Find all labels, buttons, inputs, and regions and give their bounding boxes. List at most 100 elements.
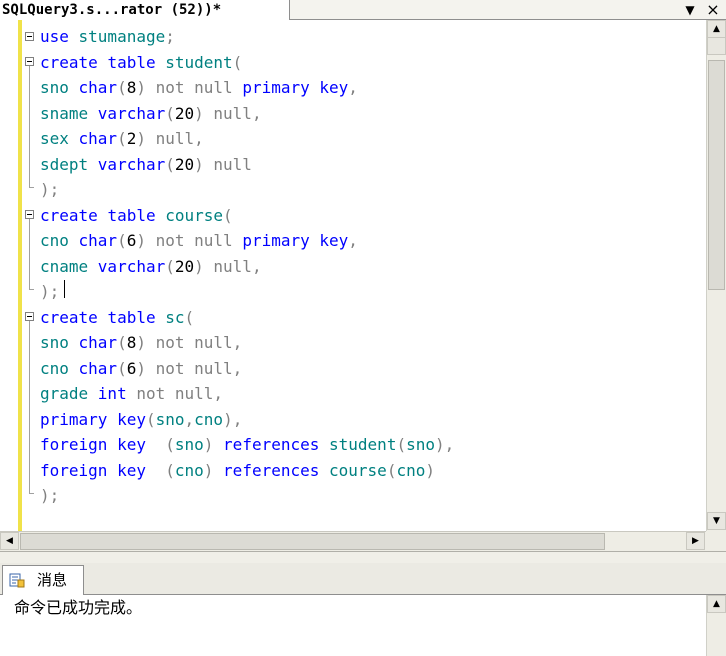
code-token: ( <box>117 231 127 250</box>
horizontal-scroll-thumb[interactable] <box>20 533 605 550</box>
code-token: ; <box>165 27 175 46</box>
code-token: ), <box>223 409 243 429</box>
split-handle[interactable] <box>707 37 726 55</box>
code-line[interactable]: primary key(sno,cno), <box>40 407 454 433</box>
code-line[interactable]: cno char(6) not null primary key, <box>40 228 454 254</box>
code-line[interactable]: create table student( <box>40 50 454 76</box>
code-line[interactable]: use stumanage; <box>40 24 454 50</box>
code-token: references <box>223 460 330 480</box>
code-token: foreign key <box>40 435 166 454</box>
collapse-block-icon[interactable] <box>25 312 34 321</box>
code-token: sno <box>406 435 435 454</box>
code-token: cno <box>174 460 204 480</box>
code-token: ( <box>165 435 175 454</box>
code-token: 20 <box>174 103 195 123</box>
code-line[interactable]: cname varchar(20) null, <box>40 254 454 280</box>
scroll-down-icon[interactable]: ▼ <box>707 512 726 530</box>
code-line[interactable]: ); <box>40 177 454 203</box>
tab-list-dropdown-icon[interactable]: ▼ <box>682 2 698 18</box>
code-token: sc <box>165 307 185 327</box>
results-splitter[interactable] <box>0 551 726 563</box>
query-editor[interactable]: use stumanage; create table student(sno c… <box>0 20 706 531</box>
code-token: varchar <box>97 103 166 123</box>
code-token: char <box>78 333 118 352</box>
code-line[interactable]: foreign key (sno) references student(sno… <box>40 432 454 458</box>
collapse-block-icon[interactable] <box>25 32 34 41</box>
editor-horizontal-scrollbar[interactable]: ◀ ▶ <box>0 531 706 551</box>
code-token: char <box>78 358 118 378</box>
collapse-block-icon[interactable] <box>25 57 34 66</box>
code-token: ); <box>40 486 60 505</box>
code-token: ( <box>117 333 127 352</box>
code-token: sdept <box>40 154 98 174</box>
scroll-left-icon[interactable]: ◀ <box>0 532 19 550</box>
sql-code[interactable]: use stumanage; create table student(sno c… <box>40 24 454 509</box>
code-token: sno <box>40 333 79 352</box>
code-token: varchar <box>97 256 166 276</box>
vertical-scroll-thumb[interactable] <box>708 60 725 290</box>
code-token: cno <box>194 409 224 429</box>
code-token: create <box>40 52 108 72</box>
code-token: , <box>348 78 358 97</box>
code-token: ) null, <box>136 129 204 148</box>
code-token: ) not null, <box>136 358 243 378</box>
code-token: foreign key <box>40 460 166 480</box>
code-token: ), <box>435 435 455 454</box>
code-token: ) not null <box>136 78 243 97</box>
code-line[interactable]: sdept varchar(20) null <box>40 152 454 178</box>
code-token: primary key <box>40 409 146 429</box>
editor-vertical-scrollbar[interactable]: ▲ ▼ <box>706 20 726 531</box>
collapse-block-icon[interactable] <box>25 210 34 219</box>
code-line[interactable]: ); <box>40 483 454 509</box>
code-line[interactable]: sno char(8) not null, <box>40 330 454 356</box>
messages-icon <box>9 573 25 588</box>
code-line[interactable]: sname varchar(20) null, <box>40 101 454 127</box>
code-token: course <box>165 205 224 225</box>
code-token: table <box>107 205 166 225</box>
code-line[interactable]: cno char(6) not null, <box>40 356 454 382</box>
code-line[interactable]: sex char(2) null, <box>40 126 454 152</box>
tab-messages-label: 消息 <box>37 571 68 589</box>
code-token: references <box>223 435 330 454</box>
code-token: 6 <box>126 231 137 250</box>
document-tab[interactable]: SQLQuery3.s...rator (52))* <box>0 0 290 20</box>
close-icon[interactable]: × <box>705 2 721 18</box>
messages-pane[interactable]: 命令已成功完成。 <box>0 595 706 656</box>
code-line[interactable]: create table course( <box>40 203 454 229</box>
outline-end-mark <box>29 493 34 494</box>
code-token: int <box>97 384 137 403</box>
code-token: 2 <box>126 129 137 148</box>
code-token: course <box>329 460 387 480</box>
code-line[interactable]: foreign key (cno) references course(cno) <box>40 458 454 484</box>
code-token: ( <box>165 256 175 276</box>
code-token: grade <box>40 384 98 403</box>
code-token: ( <box>145 409 156 429</box>
code-token: create <box>40 205 108 225</box>
code-token: sname <box>40 103 98 123</box>
messages-vertical-scrollbar[interactable]: ▲ <box>706 595 726 656</box>
code-line[interactable]: sno char(8) not null primary key, <box>40 75 454 101</box>
scroll-right-icon[interactable]: ▶ <box>686 532 705 550</box>
code-token: cname <box>40 256 98 276</box>
outline-end-mark <box>29 289 34 290</box>
code-token: ( <box>396 435 407 454</box>
code-line[interactable]: ); <box>40 279 454 305</box>
code-token: ( <box>165 154 175 174</box>
code-token: stumanage <box>78 27 166 46</box>
code-token: char <box>78 231 118 250</box>
code-token: ( <box>165 460 175 480</box>
selection-margin <box>0 20 18 531</box>
code-token: use <box>40 27 79 46</box>
code-line[interactable]: create table sc( <box>40 305 454 331</box>
code-token: ) <box>203 435 224 454</box>
outlining-margin <box>22 20 38 531</box>
code-token: not null, <box>136 384 224 403</box>
code-token: primary key <box>242 231 349 250</box>
scroll-up-icon[interactable]: ▲ <box>707 20 726 38</box>
tab-messages[interactable]: 消息 <box>2 565 84 595</box>
code-token: char <box>78 129 118 148</box>
code-token: ); <box>40 180 60 199</box>
messages-scroll-up-icon[interactable]: ▲ <box>707 595 726 613</box>
code-token: ( <box>386 460 397 480</box>
code-line[interactable]: grade int not null, <box>40 381 454 407</box>
